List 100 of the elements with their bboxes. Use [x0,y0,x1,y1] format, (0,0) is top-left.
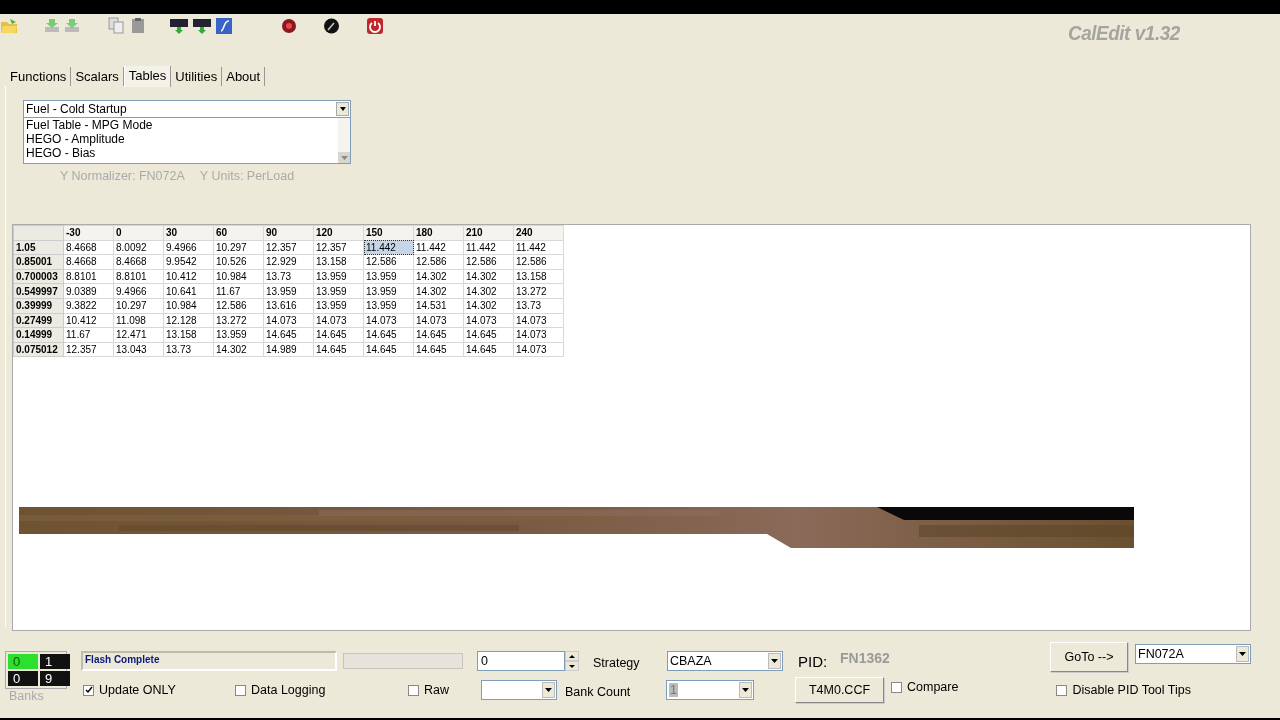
table-cell[interactable]: 9.4966 [113,283,164,299]
pid-dropdown[interactable]: FN072A [1135,644,1251,664]
clipboard-icon[interactable] [130,17,146,35]
table-cell[interactable]: 14.302 [463,283,514,299]
gauge-icon[interactable] [323,17,340,35]
table-cell[interactable]: 14.073 [313,313,364,328]
table-cell[interactable]: 11.442 [513,240,564,255]
table-cell[interactable]: 8.8101 [113,269,164,284]
table-cell[interactable]: 13.158 [513,269,564,284]
table-cell[interactable]: 14.645 [413,327,464,343]
table-cell[interactable]: 10.526 [213,254,264,270]
table-cell[interactable]: 13.158 [163,327,214,343]
table-cell[interactable]: 14.073 [413,313,464,328]
table-cell[interactable]: 8.4668 [63,240,114,255]
table-cell[interactable]: 14.302 [413,269,464,284]
table-cell[interactable]: 11.098 [113,313,164,328]
caret-icon[interactable] [339,107,346,111]
table-cell[interactable]: 13.959 [213,327,264,343]
checkbox[interactable]: Disable PID Tool Tips [1056,683,1191,697]
tab[interactable]: Tables [123,66,172,87]
checkbox[interactable]: Data Logging [235,683,326,697]
list-item[interactable]: HEGO - Bias [24,146,338,160]
table-cell[interactable]: 14.989 [263,342,314,357]
caret-icon[interactable] [545,688,552,692]
table-cell[interactable]: 11.67 [63,327,114,343]
strategy-dropdown[interactable]: CBAZA [667,651,783,671]
table-cell[interactable]: 14.073 [513,313,564,328]
table-cell[interactable]: 11.442 [463,240,514,255]
table-cell[interactable]: 14.645 [313,342,364,357]
table-cell[interactable]: 10.412 [63,313,114,328]
monitor-icon[interactable] [170,17,188,35]
table-cell[interactable]: 14.073 [263,313,314,328]
table-cell[interactable]: 14.302 [413,283,464,299]
table-dropdown[interactable]: Fuel - Cold Startup [23,100,351,118]
power-icon[interactable] [366,17,384,35]
table-cell[interactable]: 14.302 [463,269,514,284]
table-cell[interactable]: 12.471 [113,327,164,343]
checkbox[interactable]: Raw [408,683,449,697]
table-cell[interactable]: 12.357 [63,342,114,357]
table-cell[interactable]: 14.073 [513,342,564,357]
function-icon[interactable] [216,17,232,35]
table-cell[interactable]: 13.959 [313,269,364,284]
table-cell[interactable]: 10.984 [213,269,264,284]
table-cell[interactable]: 14.645 [463,327,514,343]
table-cell[interactable]: 14.645 [363,342,414,357]
caret-icon[interactable] [742,688,749,692]
table-cell[interactable]: 13.73 [163,342,214,357]
table-cell[interactable]: 13.158 [313,254,364,270]
goto-button[interactable]: GoTo --> [1050,642,1128,672]
up-arrow-icon[interactable] [569,654,575,658]
table-cell[interactable]: 12.586 [513,254,564,270]
disc-icon[interactable] [281,17,297,35]
table-cell[interactable]: 14.645 [313,327,364,343]
table-cell[interactable]: 10.297 [113,298,164,314]
list-item[interactable]: HEGO - Amplitude [24,132,338,146]
table-cell[interactable]: 13.959 [363,269,414,284]
caret-icon[interactable] [771,659,778,663]
spin-down-button[interactable] [565,661,579,671]
monitor-icon[interactable] [193,17,211,35]
table-cell[interactable]: 13.272 [213,313,264,328]
table-cell[interactable]: 14.302 [463,298,514,314]
file-button[interactable]: T4M0.CCF [795,677,884,703]
table-cell[interactable]: 13.272 [513,283,564,299]
table-cell[interactable]: 12.586 [213,298,264,314]
table-cell[interactable]: 9.0389 [63,283,114,299]
table-cell[interactable]: 12.586 [463,254,514,270]
table-cell[interactable]: 8.8101 [63,269,114,284]
table-cell[interactable]: 12.357 [263,240,314,255]
table-cell[interactable]: 14.531 [413,298,464,314]
table-cell[interactable]: 13.959 [263,283,314,299]
table-cell[interactable]: 12.586 [413,254,464,270]
table-cell[interactable]: 11.67 [213,283,264,299]
table-cell[interactable]: 9.9542 [163,254,214,270]
table-cell[interactable]: 13.959 [363,298,414,314]
table-cell[interactable]: 8.4668 [63,254,114,270]
table-cell[interactable]: 14.073 [513,327,564,343]
table-cell[interactable]: 13.73 [263,269,314,284]
table-cell[interactable]: 12.586 [363,254,414,270]
table-cell[interactable]: 10.412 [163,269,214,284]
table-cell[interactable]: 13.73 [513,298,564,314]
table-cell[interactable]: 13.959 [313,298,364,314]
table-cell[interactable]: 13.959 [363,283,414,299]
table-cell[interactable]: 14.645 [413,342,464,357]
table-cell[interactable]: 10.297 [213,240,264,255]
table-cell[interactable]: 14.302 [213,342,264,357]
table-cell[interactable]: 12.128 [163,313,214,328]
caret-icon[interactable] [1239,652,1246,656]
list-item[interactable]: Fuel Table - MPG Mode [24,118,338,132]
down-arrow-icon[interactable] [569,664,575,668]
table-cell[interactable]: 13.959 [313,283,364,299]
table-cell[interactable]: 14.645 [263,327,314,343]
table-cell[interactable]: 11.442 [413,240,464,255]
table-cell[interactable]: 10.641 [163,283,214,299]
table-cell[interactable]: 12.929 [263,254,314,270]
table-cell[interactable]: 13.043 [113,342,164,357]
checkbox[interactable]: Update ONLY [83,683,176,697]
table-cell[interactable]: 8.4668 [113,254,164,270]
spin-field[interactable]: 0 [477,651,565,671]
table-cell[interactable]: 8.0092 [113,240,164,255]
table-cell[interactable]: 14.073 [463,313,514,328]
